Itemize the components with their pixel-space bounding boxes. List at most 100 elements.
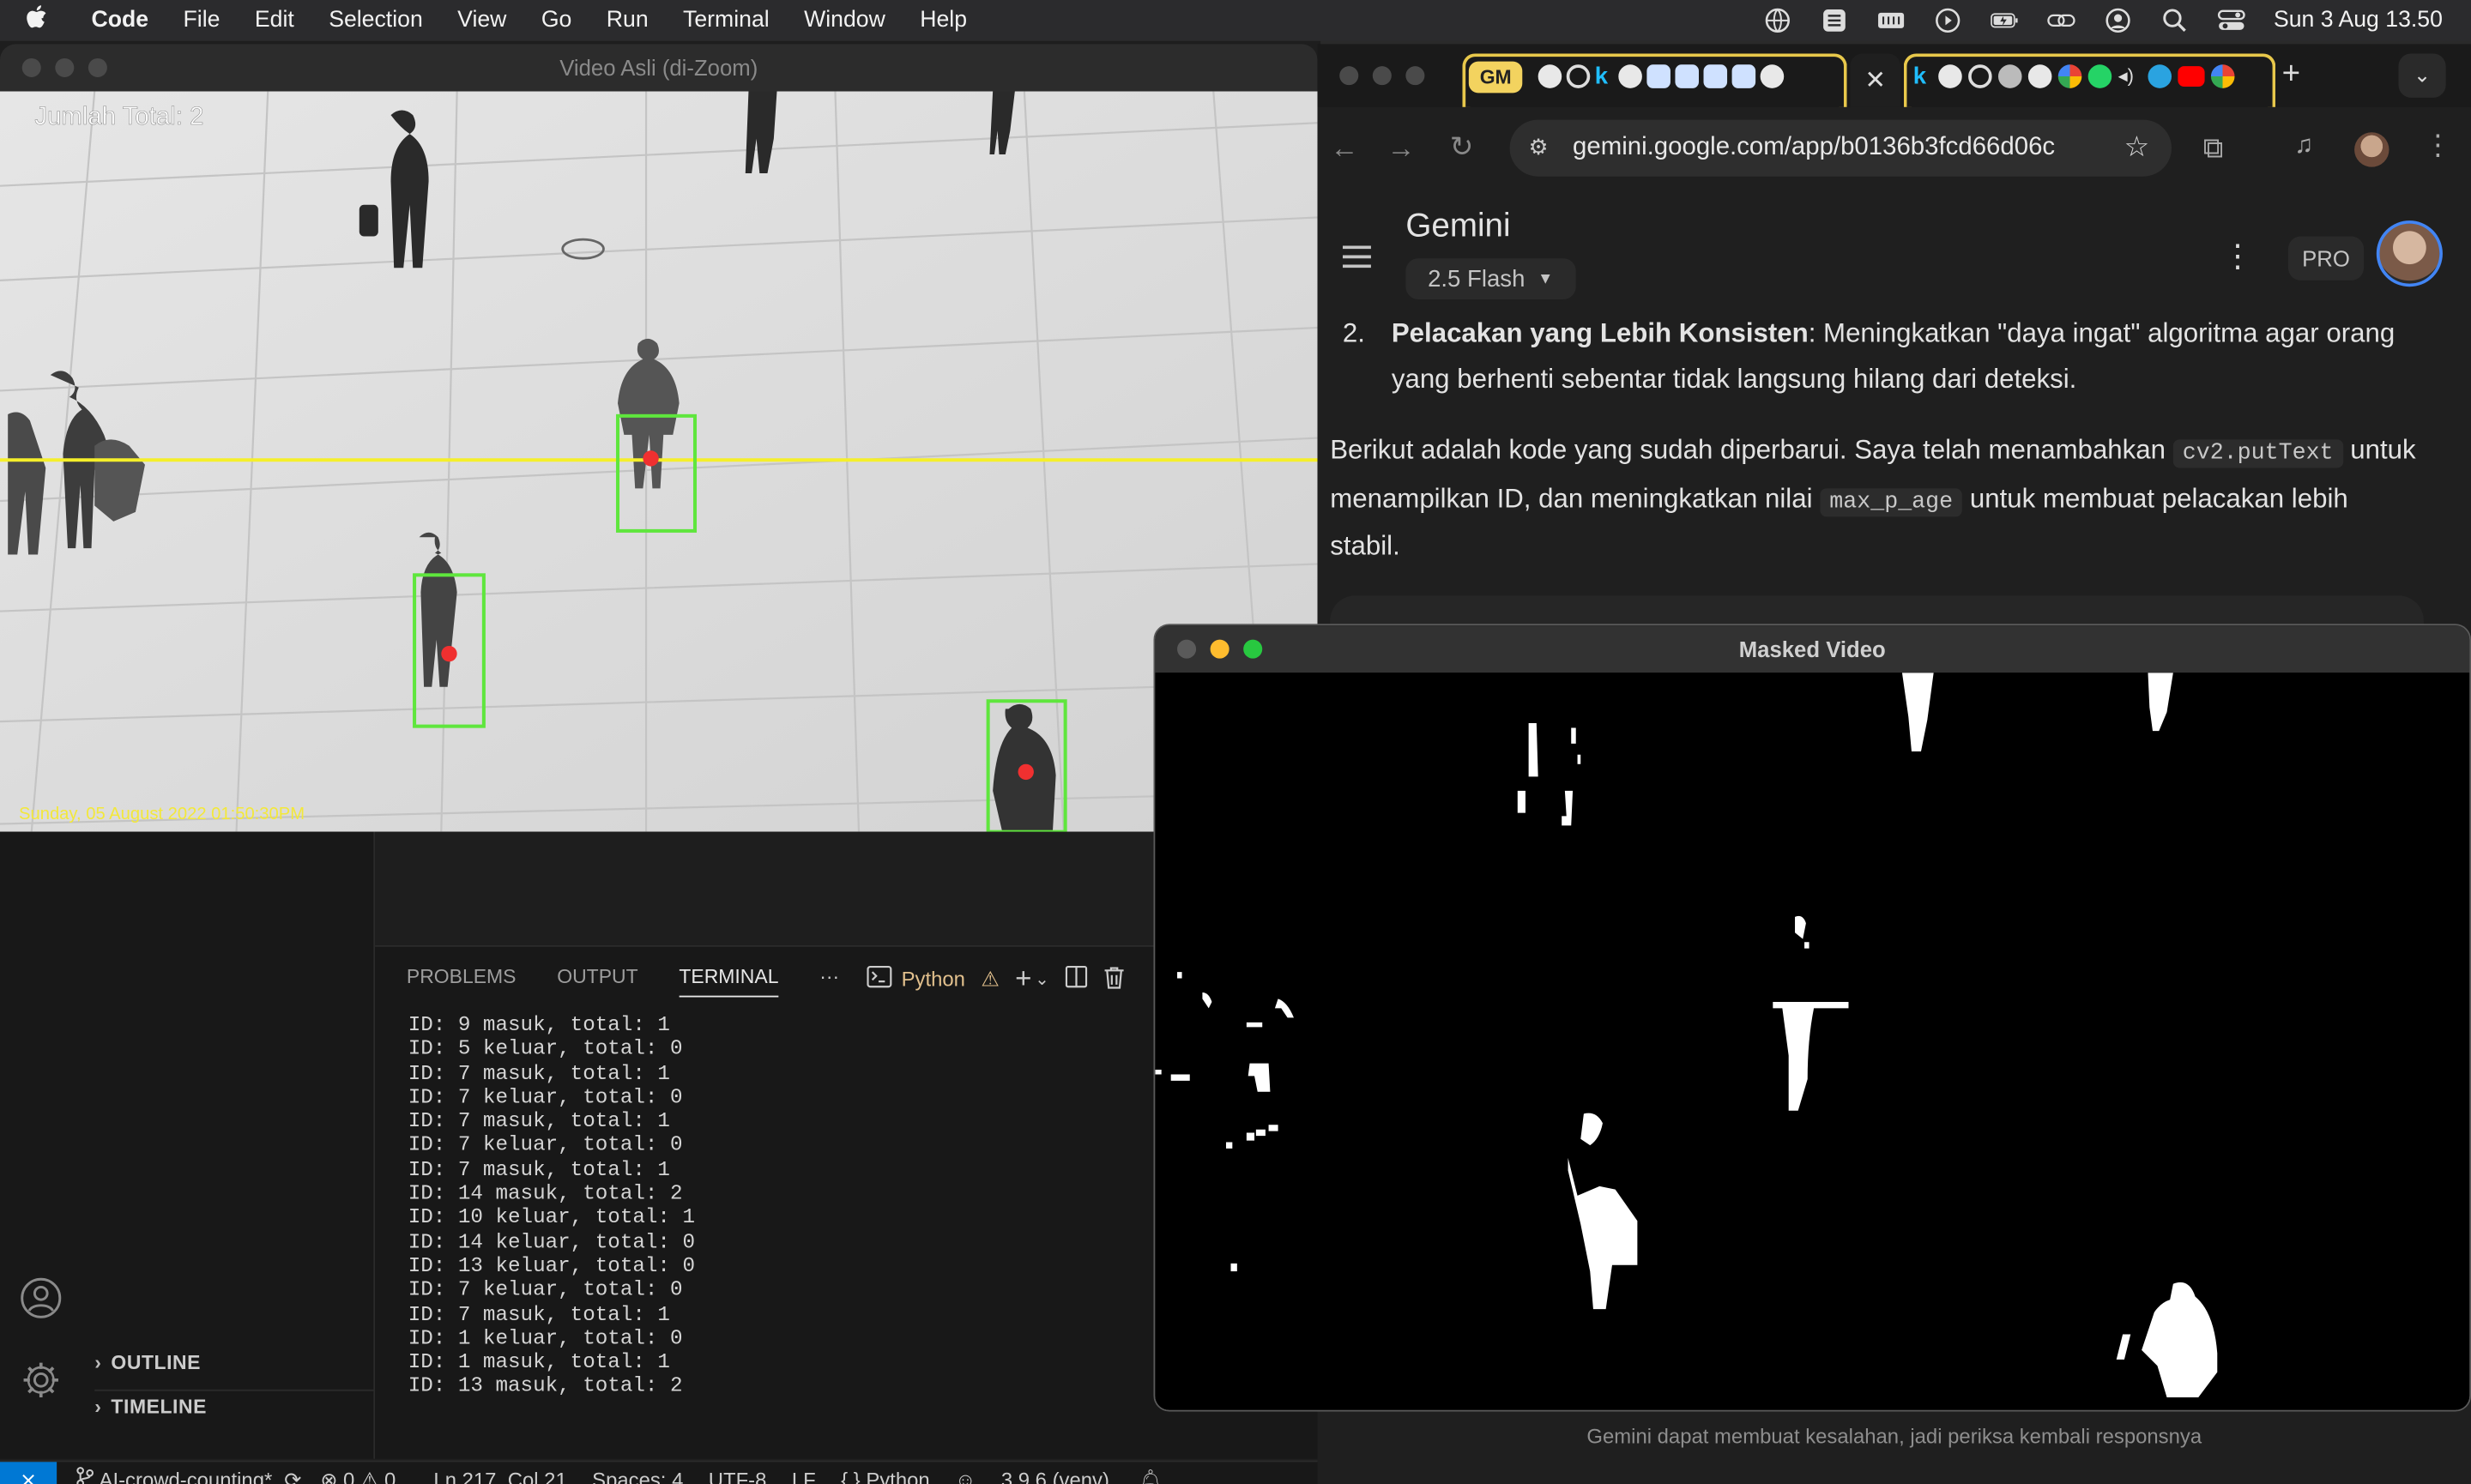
user-icon[interactable] — [2104, 8, 2132, 33]
remote-icon[interactable]: ⨯ — [0, 1461, 57, 1484]
tab-group-label[interactable]: GM — [1468, 61, 1523, 94]
battery-icon[interactable] — [1990, 8, 2018, 33]
tab-output[interactable]: OUTPUT — [557, 966, 637, 998]
language-mode[interactable]: { } Python — [841, 1469, 930, 1484]
active-tab[interactable]: ✕ — [1850, 53, 1901, 107]
browser-menu-icon[interactable]: ⋮ — [2424, 130, 2452, 163]
problems-indicator[interactable]: ⊗ 0 ⚠ 0 — [320, 1468, 396, 1484]
globe-icon[interactable] — [1763, 8, 1791, 33]
chevron-down-icon[interactable]: ⌄ — [1035, 968, 1049, 989]
site-settings-icon[interactable]: ⚙ — [1529, 134, 1549, 160]
zoom-window-button[interactable] — [88, 57, 107, 77]
trash-icon[interactable] — [1103, 965, 1125, 993]
tab-problems[interactable]: PROBLEMS — [407, 966, 517, 998]
google-icon[interactable] — [2057, 64, 2082, 88]
app-icon[interactable] — [1703, 64, 1728, 88]
copilot-icon[interactable]: ☺ — [955, 1469, 976, 1484]
link-icon[interactable] — [2046, 8, 2075, 33]
close-window-button[interactable] — [1339, 66, 1359, 86]
kaggle-icon[interactable]: k — [1595, 64, 1614, 88]
line-ending[interactable]: LF — [792, 1469, 816, 1484]
minimize-window-button[interactable] — [55, 57, 75, 77]
control-center-icon[interactable] — [2217, 8, 2245, 33]
pro-badge[interactable]: PRO — [2287, 236, 2365, 281]
address-bar[interactable]: ⚙ gemini.google.com/app/b0136b3fcd66d06c… — [1509, 119, 2172, 177]
app-icon[interactable] — [1731, 64, 1756, 88]
terminal-output[interactable]: ID: 9 masuk, total: 1 ID: 5 keluar, total… — [408, 1013, 695, 1398]
menu-edit[interactable]: Edit — [255, 8, 294, 33]
menu-terminal[interactable]: Terminal — [683, 8, 770, 33]
settings-gear-icon[interactable] — [19, 1358, 63, 1410]
close-window-button[interactable] — [1177, 639, 1197, 659]
media-controls-icon[interactable]: ♫ — [2294, 132, 2313, 160]
back-icon[interactable]: ← — [1330, 132, 1358, 166]
menu-go[interactable]: Go — [541, 8, 572, 33]
accounts-icon[interactable] — [19, 1276, 63, 1329]
menu-window[interactable]: Window — [804, 8, 885, 33]
youtube-icon[interactable] — [2178, 66, 2205, 87]
menubar-clock[interactable]: Sun 3 Aug 13.50 — [2274, 8, 2443, 33]
tab-terminal[interactable]: TERMINAL — [679, 966, 779, 998]
menu-selection[interactable]: Selection — [329, 8, 423, 33]
globe-icon[interactable] — [1997, 64, 2022, 88]
close-window-button[interactable] — [21, 57, 41, 77]
mask-frame[interactable] — [1155, 673, 2471, 1411]
timeline-section[interactable]: › TIMELINE — [94, 1389, 376, 1418]
bookmark-star-icon[interactable]: ☆ — [2124, 130, 2150, 164]
notifications-bell-icon[interactable]: 🔔︎ — [1138, 1468, 1163, 1484]
menu-help[interactable]: Help — [920, 8, 967, 33]
app-title[interactable]: Gemini — [1405, 208, 1510, 245]
telegram-icon[interactable] — [2148, 64, 2172, 88]
hamburger-menu-icon[interactable] — [1342, 245, 1371, 275]
extensions-icon[interactable]: ⧉ — [2203, 132, 2224, 166]
zoom-window-button[interactable] — [1243, 639, 1263, 659]
menu-file[interactable]: File — [184, 8, 221, 33]
source-control-branch[interactable]: AI-crowd-counting* ⟳ — [76, 1467, 301, 1484]
menu-run[interactable]: Run — [607, 8, 649, 33]
play-icon[interactable] — [1933, 8, 1961, 33]
github-icon[interactable] — [2027, 64, 2052, 88]
forward-icon[interactable]: → — [1387, 132, 1415, 166]
app-icon[interactable] — [1646, 64, 1670, 88]
account-avatar[interactable] — [2376, 220, 2443, 287]
keyboard-icon[interactable] — [1820, 8, 1848, 33]
audio-icon[interactable]: ◂) — [2118, 64, 2142, 88]
profile-avatar[interactable] — [2354, 132, 2389, 167]
github-icon[interactable] — [1760, 64, 1785, 88]
model-selector[interactable]: 2.5 Flash ▼ — [1405, 258, 1576, 299]
memory-icon[interactable] — [1876, 8, 1905, 33]
google-icon[interactable] — [2210, 64, 2235, 88]
terminal-line: ID: 13 masuk, total: 2 — [408, 1374, 683, 1398]
dropdown-arrow-icon: ▼ — [1538, 269, 1554, 288]
python-interpreter[interactable]: 3.9.6 (venv) — [1001, 1469, 1109, 1484]
github-icon[interactable] — [1618, 64, 1642, 88]
minimize-window-button[interactable] — [1210, 639, 1229, 659]
spotlight-search-icon[interactable] — [2160, 8, 2189, 33]
encoding[interactable]: UTF-8 — [709, 1469, 767, 1484]
more-options-icon[interactable]: ⋮ — [2222, 236, 2254, 275]
more-actions-button[interactable]: ··· — [819, 966, 839, 998]
github-icon[interactable] — [1538, 64, 1562, 88]
outline-section[interactable]: › OUTLINE — [94, 1352, 201, 1374]
openai-icon[interactable] — [1968, 64, 1992, 88]
close-tab-icon[interactable]: ✕ — [1864, 64, 1886, 96]
reload-icon[interactable]: ↻ — [1450, 130, 1474, 164]
indentation[interactable]: Spaces: 4 — [592, 1469, 683, 1484]
openai-icon[interactable] — [1566, 64, 1591, 88]
apple-menu-icon[interactable] — [25, 4, 72, 38]
tab-search-button[interactable]: ⌄ — [2398, 53, 2446, 98]
new-tab-button[interactable]: + — [2282, 57, 2300, 93]
new-terminal-button[interactable]: + — [1015, 962, 1031, 996]
terminal-profile-label[interactable]: Python — [902, 968, 965, 992]
cursor-position[interactable]: Ln 217, Col 21 — [433, 1469, 566, 1484]
whatsapp-icon[interactable] — [2087, 64, 2112, 88]
minimize-window-button[interactable] — [1372, 66, 1392, 86]
menu-code[interactable]: Code — [92, 8, 149, 33]
video-frame[interactable]: Jumlah Total: 2 Sunday, 05 August 2022 0… — [0, 91, 1318, 832]
zoom-window-button[interactable] — [1405, 66, 1425, 86]
kaggle-icon[interactable]: k — [1913, 64, 1932, 88]
github-icon[interactable] — [1938, 64, 1962, 88]
app-icon[interactable] — [1675, 64, 1700, 88]
split-terminal-icon[interactable] — [1065, 965, 1087, 992]
menu-view[interactable]: View — [457, 8, 506, 33]
